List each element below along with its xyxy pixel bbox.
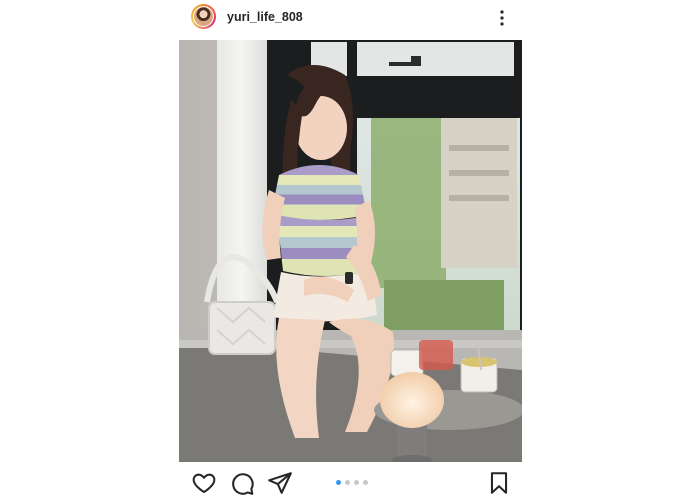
like-button[interactable] — [191, 470, 217, 496]
username[interactable]: yuri_life_808 — [227, 10, 303, 24]
avatar[interactable] — [191, 4, 216, 29]
carousel-dot-2[interactable] — [345, 480, 350, 485]
send-icon — [268, 472, 292, 494]
post-header: yuri_life_808 — [179, 0, 522, 36]
carousel-dot-1[interactable] — [336, 480, 341, 485]
post-image — [179, 40, 522, 462]
post-actions — [179, 465, 522, 500]
carousel-dot-4[interactable] — [363, 480, 368, 485]
avatar-image — [193, 6, 214, 27]
more-options-button[interactable] — [492, 8, 512, 28]
bookmark-icon — [490, 472, 508, 494]
more-vertical-icon — [500, 10, 504, 26]
heart-icon — [192, 473, 216, 494]
carousel-dot-3[interactable] — [354, 480, 359, 485]
save-button[interactable] — [486, 470, 512, 496]
post-photo[interactable] — [179, 40, 522, 462]
comment-icon — [232, 473, 254, 495]
share-button[interactable] — [267, 470, 293, 496]
carousel-indicator — [336, 480, 368, 485]
comment-button[interactable] — [229, 470, 255, 496]
